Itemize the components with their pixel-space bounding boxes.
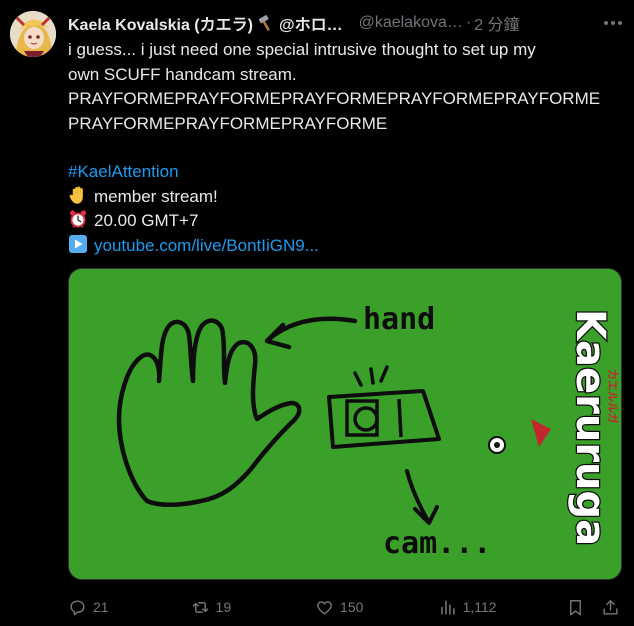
views-chart-icon	[440, 599, 455, 615]
separator-dot: ·	[465, 14, 472, 31]
share-icon[interactable]	[601, 598, 620, 617]
raised-hand-emoji-icon	[68, 185, 88, 205]
post-header: Kaela Kovalskia (カエラ) @ホロ… @kaelakova… ·…	[68, 12, 624, 34]
post-timestamp[interactable]: 2 分鐘	[474, 11, 519, 35]
reply-icon	[70, 599, 85, 615]
post-text-line: i guess... i just need one special intru…	[68, 40, 536, 59]
hammer-icon	[257, 14, 275, 32]
views-button[interactable]: 1,112	[438, 598, 566, 617]
author-handle-display[interactable]: @ホロ…	[279, 11, 343, 35]
post-actions-bar: 21 19 150 1,112	[68, 594, 624, 620]
repost-button[interactable]: 19	[191, 598, 316, 617]
post-media-image[interactable]: hand cam... Kaeruruga カエルルガ	[68, 268, 622, 580]
post-text-line: PRAYFORMEPRAYFORMEPRAYFORMEPRAYFORMEPRAY…	[68, 89, 601, 108]
stream-time-text: 20.00 GMT+7	[94, 211, 199, 230]
logo-subtext: カエルルガ	[606, 369, 620, 424]
bookmark-icon[interactable]	[566, 598, 585, 617]
member-stream-line: member stream!	[68, 185, 628, 210]
avatar-image	[10, 11, 56, 57]
play-button-icon	[68, 234, 88, 254]
post-actions-right	[566, 598, 624, 617]
author-name[interactable]: Kaela Kovalskia (カエラ)	[68, 11, 253, 35]
repost-icon	[192, 601, 208, 613]
reply-count: 21	[93, 599, 109, 615]
author-handle[interactable]: @kaelakova…	[359, 14, 463, 32]
logo-text: Kaeruruga	[567, 309, 613, 546]
stream-time-line: 20.00 GMT+7	[68, 209, 628, 234]
like-button[interactable]: 150	[315, 598, 438, 617]
post-body: i guess... i just need one special intru…	[68, 38, 628, 258]
hashtag-link[interactable]: #KaelAttention	[68, 160, 628, 185]
like-count: 150	[340, 599, 364, 615]
post-text-line: PRAYFORMEPRAYFORMEPRAYFORME	[68, 113, 388, 133]
avatar[interactable]	[10, 11, 56, 57]
repost-count: 19	[215, 599, 232, 615]
youtube-link[interactable]: youtube.com/live/BontIiGN9...	[94, 236, 319, 255]
stream-link-line: youtube.com/live/BontIiGN9...	[68, 234, 628, 259]
label-hand: hand	[363, 302, 435, 337]
alarm-clock-icon	[68, 209, 88, 229]
member-stream-text: member stream!	[94, 186, 218, 206]
views-count: 1,112	[462, 599, 497, 615]
handcam-drawing: hand cam... Kaeruruga カエルルガ	[69, 269, 621, 579]
kaeruruga-logo: Kaeruruga カエルルガ	[566, 308, 620, 548]
more-options-icon[interactable]	[604, 21, 624, 25]
heart-icon	[317, 600, 332, 615]
label-cam: cam...	[383, 526, 491, 561]
reply-button[interactable]: 21	[68, 598, 191, 617]
post-text-line: own SCUFF handcam stream.	[68, 64, 297, 84]
